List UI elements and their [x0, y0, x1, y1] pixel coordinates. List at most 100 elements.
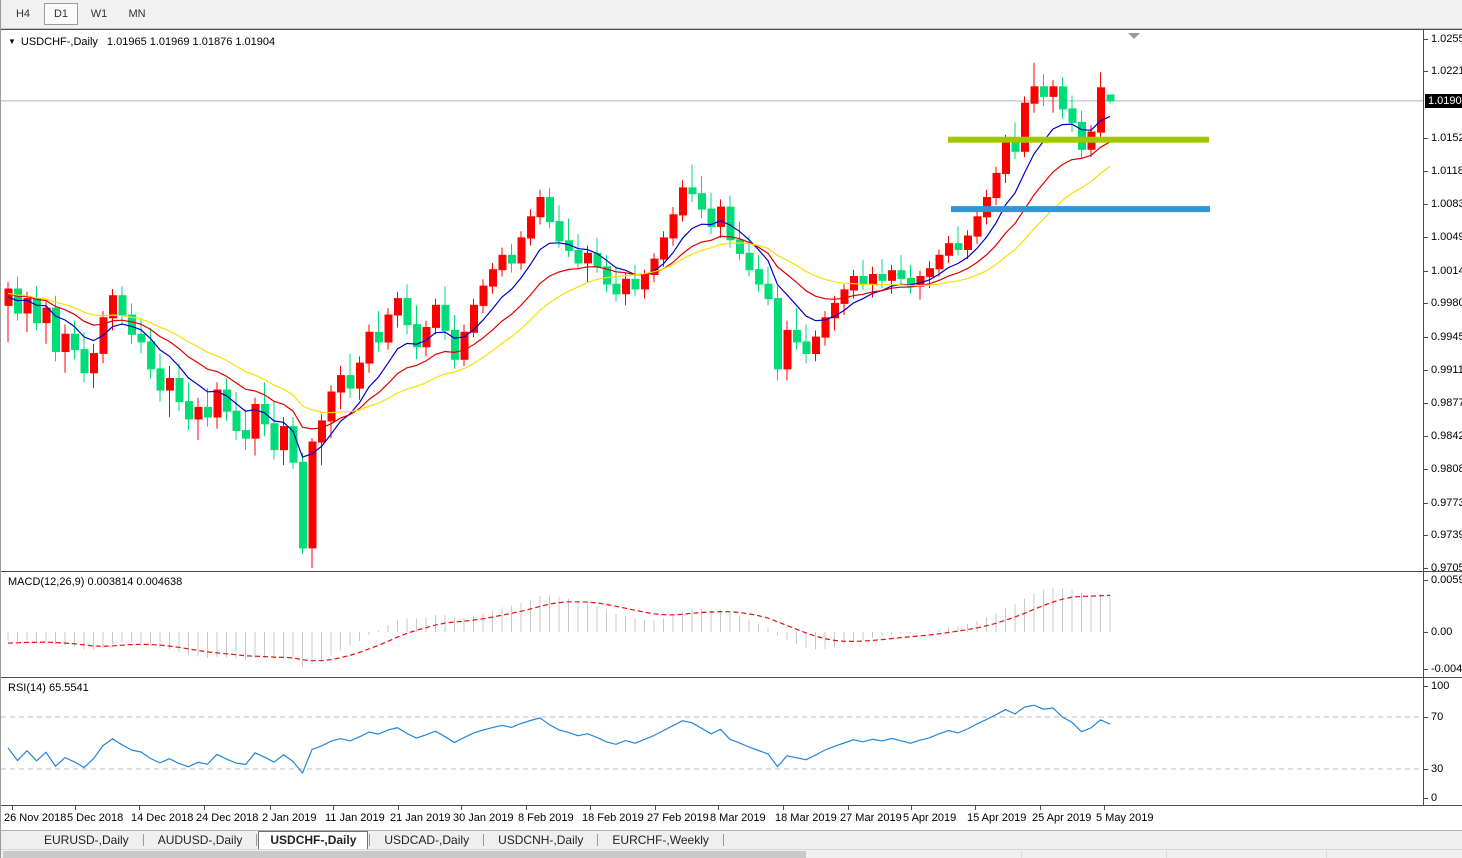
chart-tab-usdcnhdaily[interactable]: USDCNH-,Daily	[485, 832, 596, 849]
date-axis-tick	[75, 806, 76, 810]
timeframe-button-d1[interactable]: D1	[44, 3, 78, 25]
price-axis-label: 0.97730	[1431, 497, 1462, 509]
macd-axis-tick	[1424, 669, 1428, 670]
price-axis-tick	[1424, 271, 1428, 272]
date-axis-label: 24 Dec 2018	[196, 812, 259, 824]
rsi-plot[interactable]	[1, 678, 1423, 806]
price-axis-label: 0.98770	[1431, 397, 1462, 409]
date-axis-label: 5 Dec 2018	[67, 812, 124, 824]
date-axis-tick	[139, 806, 140, 810]
timeframe-toolbar: H4 D1 W1 MN	[1, 0, 1462, 29]
price-axis-label: 1.02550	[1431, 33, 1462, 45]
date-axis-tick	[848, 806, 849, 810]
tab-separator	[369, 834, 371, 846]
scrollbar-mark	[1166, 851, 1167, 858]
date-axis-tick	[1040, 806, 1041, 810]
price-axis-label: 1.01520	[1431, 132, 1462, 144]
scrollbar-mark	[1021, 851, 1022, 858]
tab-separator	[597, 834, 599, 846]
date-axis-tick	[526, 806, 527, 810]
timeframe-button-w1[interactable]: W1	[82, 3, 116, 25]
chart-title: ▼ USDCHF-,Daily 1.01965 1.01969 1.01876 1.…	[8, 36, 275, 48]
price-axis-label: 1.00490	[1431, 231, 1462, 243]
date-axis-label: 14 Dec 2018	[131, 812, 194, 824]
terminal-window: H4 D1 W1 MN ▼ USDCHF-,Daily 1.01965 1.01969 1…	[0, 0, 1462, 858]
horizontal-scrollbar[interactable]	[1, 849, 1462, 858]
macd-axis-tick	[1424, 580, 1428, 581]
scrollbar-thumb[interactable]	[3, 851, 806, 858]
macd-plot[interactable]	[1, 572, 1423, 678]
chart-title-symbol: USDCHF-,Daily	[20, 36, 98, 48]
date-axis-tick	[718, 806, 719, 810]
macd-axis-tick	[1424, 632, 1428, 633]
date-axis-label: 8 Feb 2019	[518, 812, 574, 824]
date-axis-tick	[975, 806, 976, 810]
macd-axis-label: -0.004243	[1431, 663, 1462, 675]
price-axis-label: 0.97390	[1431, 529, 1462, 541]
price-axis-label: 1.01180	[1431, 165, 1462, 177]
price-axis-tick	[1424, 568, 1428, 569]
macd-pane-separator[interactable]	[1, 571, 1462, 572]
price-axis-tick	[1424, 503, 1428, 504]
date-axis-tick	[911, 806, 912, 810]
chart-tab-bar: EURUSD-,Daily AUDUSD-,Daily USDCHF-,Daily U…	[1, 830, 1462, 850]
date-axis-separator	[1, 805, 1462, 806]
date-axis-label: 2 Jan 2019	[262, 812, 317, 824]
resistance-line[interactable]	[948, 136, 1209, 143]
date-axis-label: 5 Apr 2019	[903, 812, 957, 824]
date-axis-label: 25 Apr 2019	[1032, 812, 1092, 824]
price-axis-tick	[1424, 436, 1428, 437]
price-axis-label: 1.00140	[1431, 265, 1462, 277]
scrollbar-mark	[1326, 851, 1327, 858]
price-axis-tick	[1424, 237, 1428, 238]
ma-fast-line[interactable]	[7, 115, 1111, 458]
price-axis-label: 0.99450	[1431, 331, 1462, 343]
support-line[interactable]	[951, 206, 1210, 213]
price-axis-tick	[1424, 469, 1428, 470]
price-axis-tick	[1424, 71, 1428, 72]
price-axis-label: 0.98420	[1431, 430, 1462, 442]
timeframe-button-h4[interactable]: H4	[6, 3, 40, 25]
chart-tab-eurusddaily[interactable]: EURUSD-,Daily	[31, 832, 142, 849]
rsi-pane-separator[interactable]	[1, 677, 1462, 678]
macd-pane[interactable]: MACD(12,26,9) 0.003814 0.004638	[1, 572, 1423, 678]
price-axis[interactable]: 1.02550 1.02210 1.01520 1.01180 1.00830 1.004…	[1424, 30, 1462, 806]
date-axis-tick	[204, 806, 205, 810]
macd-axis-label: 0.00597	[1431, 574, 1462, 586]
date-axis-label: 27 Feb 2019	[647, 812, 709, 824]
rsi-axis-label: 100	[1431, 680, 1450, 692]
tab-separator	[256, 834, 258, 846]
chart-tab-usdcaddaily[interactable]: USDCAD-,Daily	[371, 832, 482, 849]
price-axis-border	[1423, 30, 1424, 806]
date-axis-tick	[12, 806, 13, 810]
ma-slow-line[interactable]	[7, 165, 1111, 414]
chart-tab-audusddaily[interactable]: AUDUSD-,Daily	[145, 832, 256, 849]
main-chart-pane[interactable]: ▼ USDCHF-,Daily 1.01965 1.01969 1.01876 1.…	[1, 30, 1423, 572]
price-axis-tick	[1424, 204, 1428, 205]
date-axis-label: 11 Jan 2019	[325, 812, 385, 824]
date-axis-label: 15 Apr 2019	[967, 812, 1027, 824]
price-axis-tick	[1424, 138, 1428, 139]
price-axis-label: 1.00830	[1431, 198, 1462, 210]
chart-tab-usdchfdaily[interactable]: USDCHF-,Daily	[258, 830, 369, 850]
price-axis-tick	[1424, 39, 1428, 40]
date-axis-label: 27 Mar 2019	[840, 812, 902, 824]
toolbar-separator	[1, 29, 1462, 30]
timeframe-button-mn[interactable]: MN	[120, 3, 154, 25]
price-axis-label: 0.99110	[1431, 364, 1462, 376]
price-axis-label: 1.02210	[1431, 65, 1462, 77]
rsi-pane[interactable]: RSI(14) 65.5541	[1, 678, 1423, 806]
chart-tab-eurchfweekly[interactable]: EURCHF-,Weekly	[599, 832, 721, 849]
rsi-axis-tick	[1424, 769, 1428, 770]
price-axis-tick	[1424, 535, 1428, 536]
price-axis-tick	[1424, 370, 1428, 371]
date-axis-tick	[783, 806, 784, 810]
date-axis[interactable]: 26 Nov 2018 5 Dec 2018 14 Dec 2018 24 Dec 2…	[1, 806, 1423, 830]
date-axis-label: 18 Feb 2019	[582, 812, 644, 824]
price-axis-label: 0.97050	[1431, 562, 1462, 574]
candlestick-plot[interactable]	[1, 30, 1423, 572]
price-axis-label: 0.99800	[1431, 297, 1462, 309]
current-price-label: 1.01904	[1425, 94, 1462, 108]
chart-shift-icon[interactable]	[1128, 33, 1140, 39]
date-axis-label: 21 Jan 2019	[390, 812, 451, 824]
